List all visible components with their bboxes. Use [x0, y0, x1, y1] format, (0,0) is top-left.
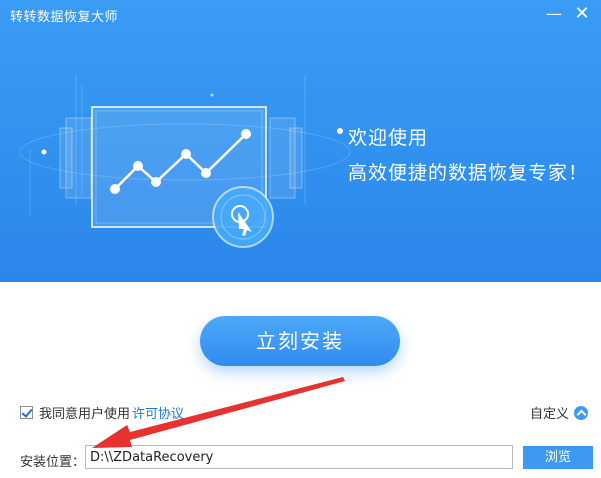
banner: 转转数据恢复大师 — ✕ 欢迎使用 高效便捷的数据恢复专家！ [0, 0, 601, 282]
minimize-button[interactable]: — [542, 2, 566, 26]
agree-text: 我同意用户使用 [39, 406, 131, 422]
install-now-button[interactable]: 立刻安装 [200, 316, 400, 366]
window-title: 转转数据恢复大师 [10, 10, 119, 25]
custom-label: 自定义 [530, 407, 570, 422]
install-path-label: 安装位置： [20, 455, 86, 470]
chevron-up-icon [574, 405, 589, 420]
close-button[interactable]: ✕ [570, 2, 594, 26]
license-agreement-link[interactable]: 许可协议 [132, 403, 184, 422]
installer-window: 转转数据恢复大师 — ✕ 欢迎使用 高效便捷的数据恢复专家！ 立刻安装 我同意用… [0, 0, 601, 478]
browse-button[interactable]: 浏览 [523, 446, 593, 469]
slogan-text: 高效便捷的数据恢复专家！ [348, 162, 589, 184]
agree-checkbox[interactable] [20, 405, 33, 419]
custom-toggle[interactable]: 自定义 [530, 403, 589, 422]
agreement-row: 我同意用户使用 许可协议 [20, 403, 184, 422]
welcome-text: 欢迎使用 [348, 127, 429, 149]
install-path-input[interactable] [85, 445, 513, 469]
cursor-click-icon [212, 186, 274, 248]
